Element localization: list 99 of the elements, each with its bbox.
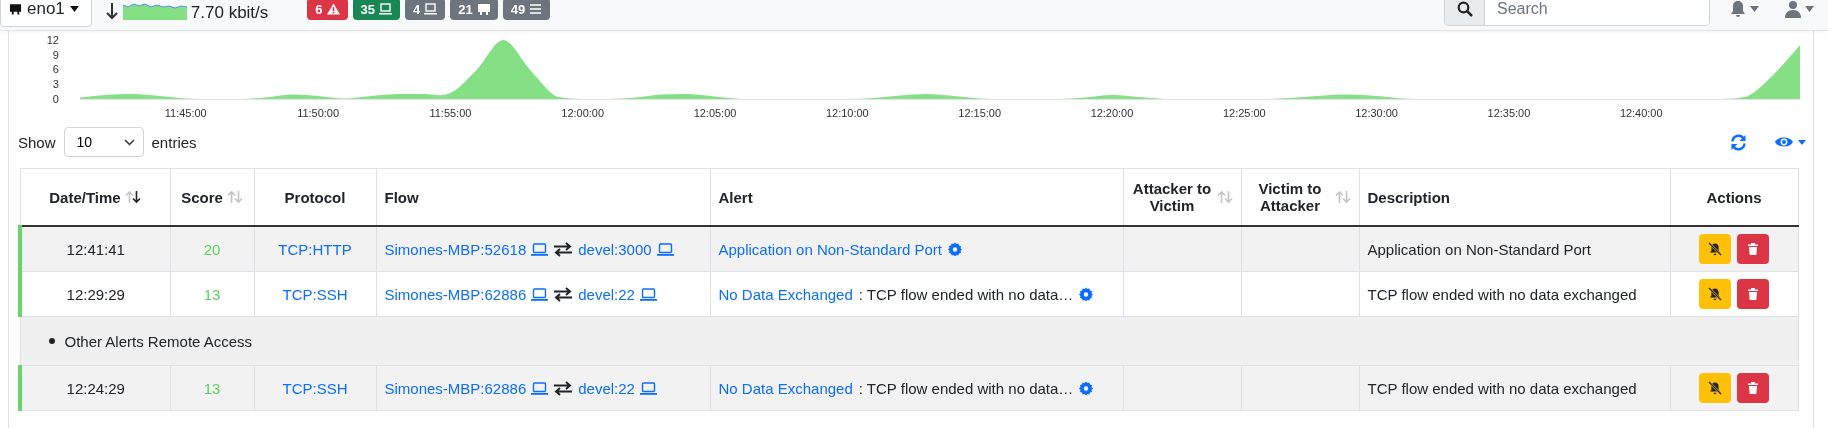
columns-visibility-menu[interactable] — [1775, 135, 1806, 149]
host-link[interactable]: Simones-MBP:62886 — [384, 379, 527, 397]
table-cell: Application on Non-Standard Port — [1359, 226, 1670, 272]
y-tick-label: 9 — [52, 48, 59, 61]
column-header[interactable]: Alert — [718, 188, 753, 206]
entries-label: entries — [151, 133, 197, 151]
user-menu[interactable] — [1785, 0, 1814, 18]
bell-icon — [1730, 0, 1746, 18]
score-value: 13 — [170, 271, 254, 317]
interface-dropdown[interactable]: eno1 — [0, 0, 92, 27]
column-header[interactable]: Actions — [1706, 188, 1762, 206]
x-tick-label: 12:15:00 — [958, 106, 1001, 119]
alert-link[interactable]: No Data Exchanged — [718, 379, 853, 397]
laptop-icon — [639, 381, 657, 395]
caret-icon — [69, 6, 79, 12]
x-tick-label: 12:10:00 — [826, 106, 869, 119]
host-link[interactable]: devel:22 — [578, 379, 635, 397]
table-cell: 12:24:29 — [20, 365, 170, 411]
column-header[interactable]: Date/Time — [49, 188, 121, 206]
laptop-icon — [379, 3, 393, 15]
page-size-select[interactable]: 10 — [63, 127, 144, 157]
bullet-icon — [48, 338, 55, 344]
score-value: 20 — [170, 226, 254, 272]
table-cell: 12:41:41 — [20, 226, 170, 272]
disable-alert-button[interactable] — [1699, 373, 1731, 403]
host-link[interactable]: devel:3000 — [578, 240, 652, 258]
laptop-icon — [531, 381, 549, 395]
group-label: Other Alerts Remote Access — [64, 332, 253, 350]
exchange-icon — [553, 241, 574, 257]
column-header[interactable]: Protocol — [284, 188, 346, 206]
alert-detail: : TCP flow ended with no data… — [858, 379, 1074, 397]
disable-alert-button[interactable] — [1699, 279, 1731, 309]
x-tick-label: 11:50:00 — [297, 106, 340, 119]
status-badge[interactable]: 35 — [352, 0, 401, 20]
laptop-icon — [639, 287, 657, 301]
user-icon — [1785, 0, 1801, 18]
down-arrow-icon — [105, 2, 118, 20]
laptop-icon — [424, 3, 438, 15]
caret-icon — [1798, 139, 1806, 145]
list-icon — [529, 3, 543, 15]
settings-icon — [948, 242, 962, 256]
caret-icon — [1805, 6, 1814, 12]
alert-detail: : TCP flow ended with no data… — [858, 285, 1074, 303]
trash-icon — [1746, 381, 1760, 395]
disable-alert-button[interactable] — [1699, 234, 1731, 264]
trash-icon — [1746, 287, 1760, 301]
x-tick-label: 12:40:00 — [1619, 106, 1663, 119]
x-tick-label: 12:35:00 — [1487, 106, 1531, 119]
x-tick-label: 12:05:00 — [693, 106, 737, 119]
table-cell: TCP flow ended with no data exchanged — [1359, 365, 1670, 411]
x-tick-label: 11:55:00 — [429, 106, 472, 119]
column-header[interactable]: Flow — [384, 188, 419, 206]
host-link[interactable]: Simones-MBP:62886 — [384, 285, 527, 303]
alert-link[interactable]: No Data Exchanged — [718, 285, 853, 303]
notifications-menu[interactable] — [1730, 0, 1759, 18]
muted-bell-icon — [1708, 381, 1722, 395]
show-label: Show — [18, 133, 56, 151]
status-badge[interactable]: 49 — [502, 0, 551, 20]
warning-icon — [326, 3, 340, 15]
x-tick-label: 12:25:00 — [1222, 106, 1266, 119]
traffic-sparkline — [122, 0, 187, 20]
laptop-icon — [656, 242, 674, 256]
caret-icon — [1750, 6, 1759, 12]
x-tick-label: 12:30:00 — [1355, 106, 1398, 119]
table-cell: TCP flow ended with no data exchanged — [1359, 271, 1670, 317]
x-tick-label: 12:00:00 — [561, 106, 605, 119]
exchange-icon — [553, 380, 574, 396]
host-link[interactable]: devel:22 — [578, 285, 635, 303]
status-badge[interactable]: 4 — [405, 0, 446, 20]
column-header[interactable]: Score — [181, 188, 223, 206]
chevron-icon — [123, 138, 135, 146]
y-tick-label: 6 — [52, 63, 59, 76]
delete-button[interactable] — [1737, 279, 1769, 309]
y-tick-label: 12 — [46, 34, 59, 47]
laptop-icon — [531, 287, 549, 301]
muted-bell-icon — [1708, 242, 1722, 256]
eye-icon — [1775, 135, 1793, 149]
ethernet-port-icon — [9, 3, 22, 15]
ethernet-port-icon — [476, 3, 490, 15]
status-badge[interactable]: 6 — [307, 0, 348, 20]
throughput-text: 7.70 kbit/s — [190, 3, 269, 23]
refresh-button[interactable] — [1730, 133, 1747, 151]
y-tick-label: 0 — [52, 92, 59, 105]
muted-bell-icon — [1708, 287, 1722, 301]
y-tick-label: 3 — [52, 78, 59, 91]
delete-button[interactable] — [1737, 234, 1769, 264]
delete-button[interactable] — [1737, 373, 1769, 403]
laptop-icon — [531, 242, 549, 256]
exchange-icon — [553, 286, 574, 302]
settings-icon — [1079, 381, 1094, 395]
column-header[interactable]: Description — [1367, 188, 1450, 206]
trash-icon — [1746, 242, 1760, 256]
x-tick-label: 11:45:00 — [164, 106, 207, 119]
status-badge[interactable]: 21 — [450, 0, 498, 20]
settings-icon — [1079, 287, 1094, 301]
refresh-icon — [1730, 133, 1747, 151]
score-value: 13 — [170, 365, 254, 411]
host-link[interactable]: Simones-MBP:52618 — [384, 240, 527, 258]
x-tick-label: 12:20:00 — [1090, 106, 1134, 119]
